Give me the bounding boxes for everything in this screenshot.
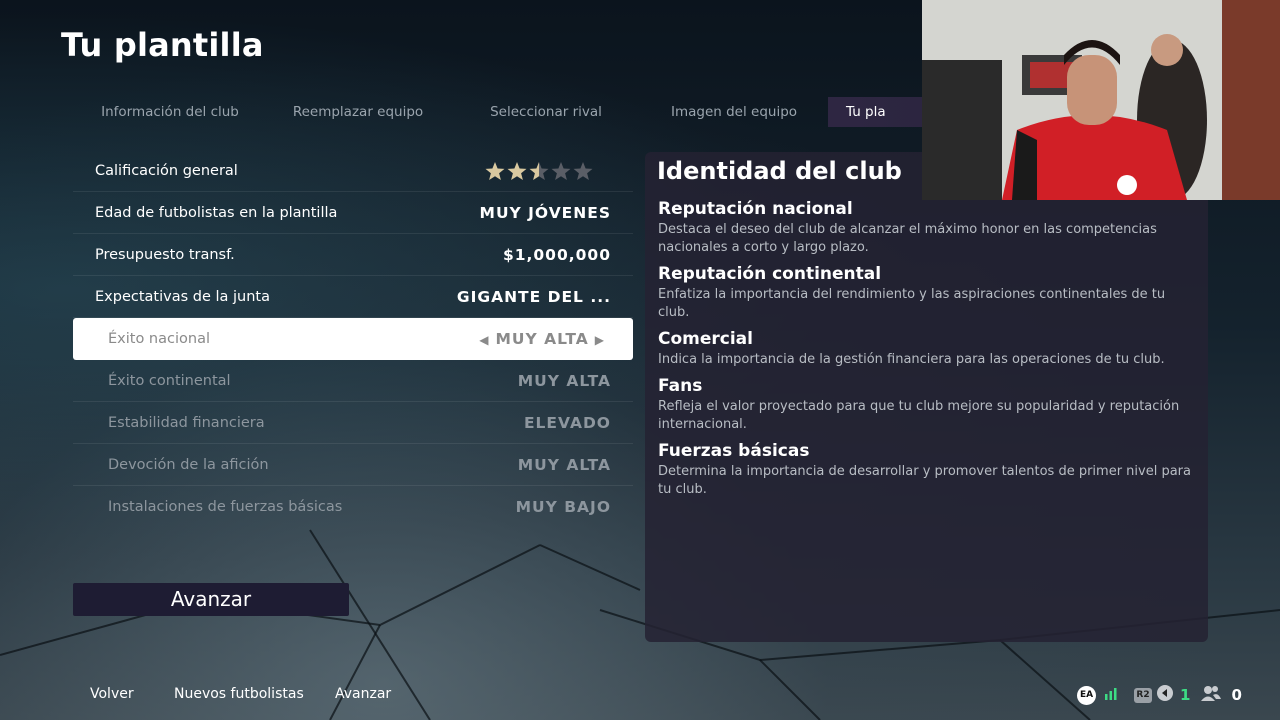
info-heading: Fans (658, 376, 703, 396)
transfer-budget-row[interactable]: Presupuesto transf. $1,000,000 (73, 234, 633, 276)
youth-facilities-row[interactable]: Instalaciones de fuerzas básicas MUY BAJ… (73, 486, 633, 528)
back-button[interactable]: Volver (90, 686, 134, 702)
info-heading: Comercial (658, 329, 753, 349)
info-text: Determina la importancia de desarrollar … (658, 464, 1191, 497)
national-success-selector[interactable]: ◀ MUY ALTA ▶ (473, 318, 611, 361)
fan-devotion-label: Devoción de la afición (108, 457, 269, 473)
overall-rating-row[interactable]: Calificación general (73, 150, 633, 192)
squad-age-row[interactable]: Edad de futbolistas en la plantilla MUY … (73, 192, 633, 234)
info-heading: Fuerzas básicas (658, 441, 810, 461)
continental-success-row[interactable]: Éxito continental MUY ALTA (73, 360, 633, 402)
info-item: Fuerzas básicas Determina la importancia… (658, 441, 1193, 499)
star-empty-icon (573, 162, 593, 180)
star-icon (507, 162, 527, 180)
board-expectations-label: Expectativas de la junta (95, 289, 270, 305)
board-expectations-value: GIGANTE DEL ... (456, 288, 611, 306)
tab-select-rival[interactable]: Seleccionar rival (452, 97, 640, 127)
info-item: Fans Refleja el valor proyectado para qu… (658, 376, 1193, 434)
signal-icon (1104, 686, 1118, 704)
national-success-value: MUY ALTA (495, 330, 589, 348)
info-item: Reputación continental Enfatiza la impor… (658, 264, 1193, 322)
friends-icon (1200, 685, 1222, 705)
info-text: Destaca el deseo del club de alcanzar el… (658, 222, 1157, 255)
footer-advance-button[interactable]: Avanzar (335, 686, 391, 702)
info-heading: Reputación nacional (658, 199, 853, 219)
webcam-overlay (922, 0, 1280, 200)
info-item: Reputación nacional Destaca el deseo del… (658, 199, 1193, 257)
footer-bar: Volver Nuevos futbolistas Avanzar EA R2 … (0, 680, 1280, 710)
r2-icon: R2 (1134, 687, 1152, 703)
financial-stability-row[interactable]: Estabilidad financiera ELEVADO (73, 402, 633, 444)
speaker-icon (1157, 685, 1173, 705)
board-expectations-row[interactable]: Expectativas de la junta GIGANTE DEL ... (73, 276, 633, 318)
star-empty-icon (551, 162, 571, 180)
fan-devotion-value: MUY ALTA (517, 456, 611, 474)
tab-replace-team[interactable]: Reemplazar equipo (264, 97, 452, 127)
tab-club-info[interactable]: Información del club (76, 97, 264, 127)
national-success-row[interactable]: Éxito nacional ◀ MUY ALTA ▶ (73, 318, 633, 360)
info-text: Refleja el valor proyectado para que tu … (658, 399, 1180, 432)
squad-age-label: Edad de futbolistas en la plantilla (95, 205, 338, 221)
financial-stability-value: ELEVADO (523, 414, 611, 432)
national-success-label: Éxito nacional (108, 331, 210, 347)
info-item: Comercial Indica la importancia de la ge… (658, 329, 1193, 369)
financial-stability-label: Estabilidad financiera (108, 415, 265, 431)
info-text: Enfatiza la importancia del rendimiento … (658, 287, 1166, 320)
advance-button[interactable]: Avanzar (73, 583, 349, 616)
club-identity-panel: Identidad del club Reputación nacional D… (645, 152, 1208, 642)
page-title: Tu plantilla (61, 26, 264, 64)
info-heading: Reputación continental (658, 264, 882, 284)
star-icon (485, 162, 505, 180)
star-rating (485, 160, 595, 182)
youth-facilities-label: Instalaciones de fuerzas básicas (108, 499, 343, 515)
star-half-icon (529, 162, 549, 180)
info-text: Indica la importancia de la gestión fina… (658, 352, 1165, 367)
tab-team-image[interactable]: Imagen del equipo (640, 97, 828, 127)
squad-age-value: MUY JÓVENES (479, 204, 611, 222)
arrow-left-icon[interactable]: ◀ (479, 333, 489, 347)
transfer-budget-value: $1,000,000 (502, 246, 611, 264)
ea-logo-icon: EA (1077, 685, 1096, 705)
friends-count: 0 (1231, 686, 1242, 704)
panel-title: Identidad del club (657, 157, 902, 185)
overall-rating-label: Calificación general (95, 163, 238, 179)
transfer-budget-label: Presupuesto transf. (95, 247, 235, 263)
continental-success-label: Éxito continental (108, 373, 231, 389)
squad-settings-list: Calificación general Edad de futbolistas… (73, 150, 633, 528)
arrow-right-icon[interactable]: ▶ (595, 333, 605, 347)
new-players-button[interactable]: Nuevos futbolistas (174, 686, 304, 702)
youth-facilities-value: MUY BAJO (515, 498, 611, 516)
fan-devotion-row[interactable]: Devoción de la afición MUY ALTA (73, 444, 633, 486)
notifications-count: 1 (1180, 686, 1191, 704)
continental-success-value: MUY ALTA (517, 372, 611, 390)
status-area: EA R2 1 0 (1077, 684, 1242, 706)
